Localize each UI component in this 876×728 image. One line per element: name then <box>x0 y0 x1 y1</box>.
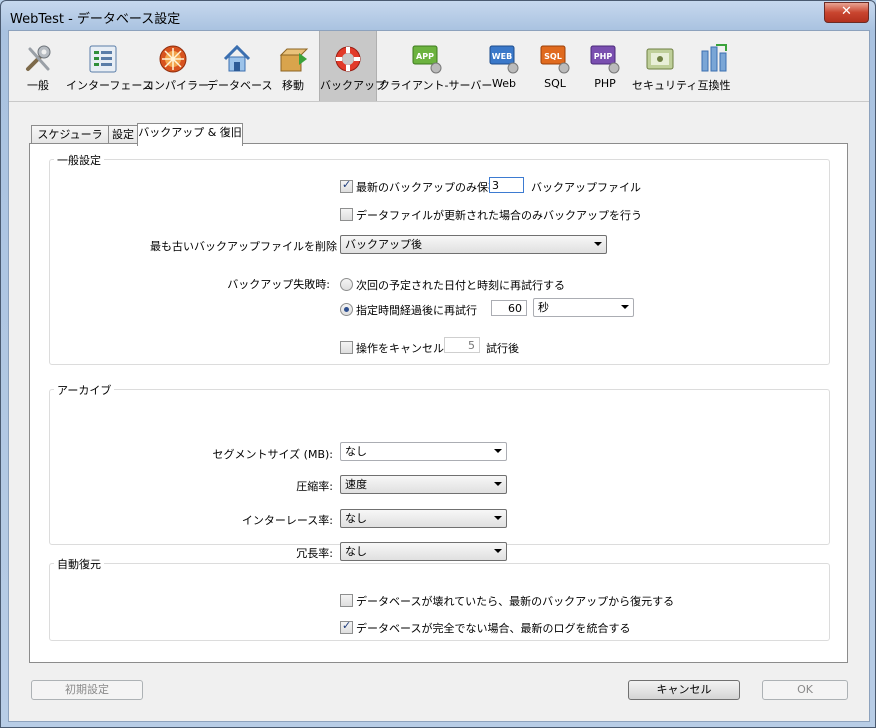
php-badge: PHP <box>594 52 613 61</box>
delete-oldest-value: バックアップ後 <box>345 238 422 251</box>
tab-settings[interactable]: 設定 <box>108 125 138 145</box>
toolbar-label: クライアント-サーバー <box>379 79 493 92</box>
toolbar-label: セキュリティ <box>632 79 698 92</box>
interlace-select[interactable]: なし <box>340 509 507 528</box>
compiler-icon <box>159 45 187 73</box>
tab-panel: 一般設定 最新のバックアップのみ保存 3 バックアップファイル データファイルが… <box>29 143 848 663</box>
group-title-archive: アーカイブ <box>54 382 115 398</box>
compression-value: 速度 <box>345 478 367 491</box>
ok-button[interactable]: OK <box>762 680 848 700</box>
web-badge: WEB <box>492 52 512 61</box>
toolbar-label: バックアップ <box>320 79 386 92</box>
toolbar-interface[interactable]: インターフェース <box>66 31 153 101</box>
integrate-log-checkbox[interactable] <box>340 619 353 634</box>
restore-from-backup-checkbox[interactable] <box>340 594 353 607</box>
retry-next-radio[interactable] <box>340 278 353 291</box>
segment-size-select[interactable]: なし <box>340 442 507 461</box>
redundancy-select[interactable]: なし <box>340 542 507 561</box>
toolbar-general[interactable]: 一般 <box>14 31 62 101</box>
segment-size-label: セグメントサイズ (MB): <box>212 448 334 461</box>
database-icon <box>223 44 251 72</box>
window-client: 一般 インターフェース コンパイラー データベース 移動 バックアップ APP … <box>8 30 870 722</box>
toolbar-label: 移動 <box>282 79 304 92</box>
retry-after-field[interactable]: 60 <box>491 300 527 316</box>
only-if-modified-label: データファイルが更新された場合のみバックアップを行う <box>356 209 642 222</box>
delete-oldest-label: 最も古いバックアップファイルを削除 <box>150 240 337 253</box>
integrate-log-label: データベースが完全でない場合、最新のログを統合する <box>356 622 631 635</box>
group-title-auto-restore: 自動復元 <box>54 556 104 572</box>
toolbar-compiler[interactable]: コンパイラー <box>143 31 209 101</box>
keep-latest-label: 最新のバックアップのみ保存 <box>356 181 499 194</box>
keep-latest-checkbox[interactable] <box>340 178 353 193</box>
app-icon: APP <box>412 45 442 74</box>
toolbar-web[interactable]: WEB Web <box>482 31 526 101</box>
web-icon: WEB <box>489 45 519 74</box>
toolbar-label: Web <box>492 77 516 90</box>
toolbar-label: コンパイラー <box>143 79 209 92</box>
toolbar-label: 一般 <box>27 79 49 92</box>
tab-scheduler[interactable]: スケジューラー <box>31 125 109 159</box>
toolbar-move[interactable]: 移動 <box>271 31 315 101</box>
toolbar-database[interactable]: データベース <box>207 31 273 101</box>
keep-count-field[interactable]: 3 <box>489 177 524 193</box>
window-title: WebTest - データベース設定 <box>10 12 181 27</box>
compatibility-icon <box>701 44 727 72</box>
toolbar-backup[interactable]: バックアップ <box>319 31 386 101</box>
settings-window: WebTest - データベース設定 ✕ 一般 インターフェース コンパイラー … <box>0 0 876 728</box>
chevron-down-icon <box>494 449 502 453</box>
backup-lifebuoy-icon <box>335 46 361 72</box>
retry-next-label: 次回の予定された日付と時刻に再試行する <box>356 279 565 292</box>
only-if-modified-checkbox[interactable] <box>340 208 353 221</box>
close-button[interactable]: ✕ <box>824 2 869 23</box>
group-title-general: 一般設定 <box>54 152 104 168</box>
sql-icon: SQL <box>540 45 570 74</box>
toolbar-label: PHP <box>594 77 616 90</box>
keep-unit-label: バックアップファイル <box>531 181 641 194</box>
redundancy-value: なし <box>345 545 367 558</box>
app-badge: APP <box>416 52 434 61</box>
retry-after-radio[interactable] <box>340 303 353 316</box>
tools-icon <box>26 45 51 71</box>
sql-badge: SQL <box>544 52 562 61</box>
toolbar-client-server[interactable]: APP クライアント-サーバー <box>379 31 493 101</box>
retry-unit-value: 秒 <box>538 301 549 314</box>
retry-unit-select[interactable]: 秒 <box>533 298 634 317</box>
delete-oldest-select[interactable]: バックアップ後 <box>340 235 607 254</box>
compression-label: 圧縮率: <box>296 480 333 493</box>
chevron-down-icon <box>494 482 502 486</box>
restore-from-backup-label: データベースが壊れていたら、最新のバックアップから復元する <box>356 595 675 608</box>
toolbar-label: インターフェース <box>66 79 153 92</box>
redundancy-label: 冗長率: <box>296 547 333 560</box>
toolbar-php[interactable]: PHP PHP <box>583 31 627 101</box>
toolbar-security[interactable]: セキュリティ <box>632 31 698 101</box>
toolbar-label: 互換性 <box>697 79 731 92</box>
move-icon <box>279 48 309 72</box>
segment-size-value: なし <box>345 445 367 458</box>
cancel-count-field[interactable]: 5 <box>444 337 480 353</box>
toolbar-label: SQL <box>544 77 566 90</box>
cancel-operation-checkbox[interactable] <box>340 341 353 354</box>
interlace-value: なし <box>345 512 367 525</box>
chevron-down-icon <box>621 305 629 309</box>
title-bar: WebTest - データベース設定 ✕ <box>1 1 875 31</box>
interlace-label: インターレース率: <box>241 514 333 527</box>
tab-backup-restore[interactable]: バックアップ & 復旧 <box>137 123 243 146</box>
toolbar-sql[interactable]: SQL SQL <box>533 31 577 101</box>
security-icon <box>646 48 674 70</box>
on-failure-label: バックアップ失敗時: <box>227 278 330 291</box>
interface-icon <box>89 45 116 73</box>
cancel-suffix-label: 試行後 <box>486 342 519 355</box>
retry-after-label: 指定時間経過後に再試行 <box>356 304 477 317</box>
chevron-down-icon <box>494 549 502 553</box>
cancel-operation-label: 操作をキャンセル <box>356 342 444 355</box>
chevron-down-icon <box>494 516 502 520</box>
compression-select[interactable]: 速度 <box>340 475 507 494</box>
toolbar-label: データベース <box>207 79 273 92</box>
chevron-down-icon <box>594 242 602 246</box>
defaults-button[interactable]: 初期設定 <box>31 680 143 700</box>
toolbar-compatibility[interactable]: 互換性 <box>692 31 736 101</box>
category-toolbar: 一般 インターフェース コンパイラー データベース 移動 バックアップ APP … <box>9 31 869 102</box>
cancel-button[interactable]: キャンセル <box>628 680 740 700</box>
php-icon: PHP <box>590 45 620 74</box>
